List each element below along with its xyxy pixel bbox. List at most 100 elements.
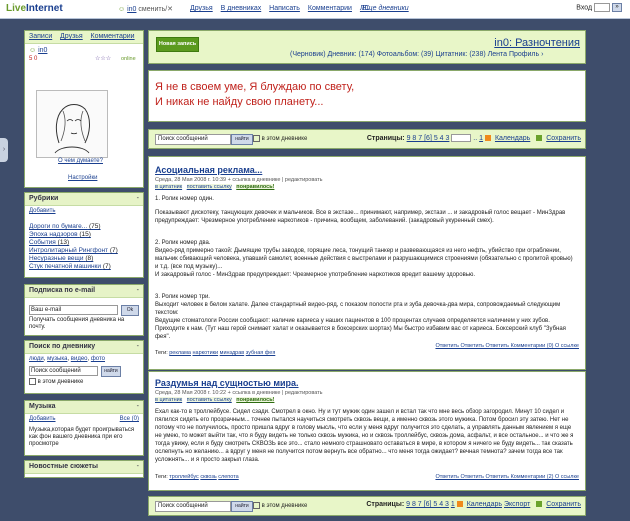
- like-link[interactable]: понравилось!: [236, 397, 275, 403]
- tag-link[interactable]: троллейбус: [169, 474, 199, 480]
- like-link[interactable]: понравилось!: [236, 184, 275, 190]
- list-item[interactable]: Дороги по бумаге... (75): [29, 223, 118, 231]
- post-tags: Теги: троллейбус сквозь слепота: [155, 474, 239, 480]
- page-first[interactable]: 1: [451, 501, 455, 508]
- post-actions[interactable]: Ответить Ответить Ответить Комментарии (…: [435, 343, 579, 349]
- post-title[interactable]: Асоциальная реклама...: [155, 165, 262, 175]
- liveinternet-logo[interactable]: LiveInternet: [6, 3, 63, 14]
- nav-in-diaries[interactable]: В дневниках: [221, 5, 262, 12]
- tag-link[interactable]: реклама: [169, 350, 191, 356]
- list-item[interactable]: События (13): [29, 239, 118, 247]
- diary-search-check-row: в этом дневнике: [29, 378, 83, 385]
- top-username[interactable]: in0: [127, 6, 136, 13]
- rubrics-list: Дороги по бумаге... (75) Эпоха надзоров …: [29, 223, 118, 271]
- collapse-icon[interactable]: -: [137, 401, 139, 413]
- page-first[interactable]: 1: [479, 135, 483, 142]
- diary-search-input[interactable]: Поиск сообщений: [29, 366, 98, 376]
- rubric-name[interactable]: События: [29, 239, 56, 246]
- user-icon: ☺: [118, 6, 126, 13]
- search-checkbox[interactable]: [253, 135, 260, 142]
- search-tab-video[interactable]: видео: [71, 356, 88, 362]
- post-meta: Среда, 28 Мая 2008 г. 10:22 + ссылка в д…: [155, 390, 323, 396]
- blog-stats-links[interactable]: (Черновик) Дневник: (174) Фотоальбом: (3…: [290, 51, 543, 58]
- search-input[interactable]: Поиск сообщений: [155, 134, 231, 145]
- profile-link-posts[interactable]: Записи: [29, 33, 52, 40]
- rubric-name[interactable]: Дороги по бумаге...: [29, 223, 87, 230]
- search-button[interactable]: найти: [231, 134, 253, 145]
- more-diaries-link[interactable]: Еще дневники: [362, 5, 409, 12]
- rubric-name[interactable]: Стук печатной машинки: [29, 263, 101, 270]
- tag-link[interactable]: сквозь: [200, 474, 216, 480]
- link-post-link[interactable]: поставить ссылку: [186, 184, 232, 190]
- save-link[interactable]: Сохранить: [546, 501, 581, 508]
- music-panel: Музыка - Добавить Все (0) Музыка,которая …: [24, 400, 144, 456]
- profile-link-friends[interactable]: Друзья: [60, 33, 83, 40]
- save-link[interactable]: Сохранить: [546, 135, 581, 142]
- music-all-link[interactable]: Все (0): [120, 416, 139, 422]
- rubric-name[interactable]: Эпоха надзоров: [29, 231, 78, 238]
- page-jump-input[interactable]: [451, 134, 472, 142]
- search-diary-title: Поиск по дневнику: [29, 343, 96, 350]
- search-tab-music[interactable]: музыка: [47, 356, 67, 362]
- link-post-link[interactable]: поставить ссылку: [186, 397, 232, 403]
- profile-link-comments[interactable]: Комментарии: [91, 33, 135, 40]
- search-tab-people[interactable]: люди: [29, 356, 44, 362]
- collapse-icon[interactable]: -: [137, 193, 139, 205]
- quote-link[interactable]: в цитатник: [155, 397, 183, 403]
- tag-link[interactable]: зубная фея: [246, 350, 276, 356]
- list-item[interactable]: Эпоха надзоров (15): [29, 231, 118, 239]
- tag-link[interactable]: минздрав: [220, 350, 245, 356]
- avatar[interactable]: [36, 90, 108, 158]
- tags-label: Теги:: [155, 350, 168, 356]
- search-input[interactable]: Поиск сообщений: [155, 501, 231, 512]
- list-item[interactable]: Интролитарный Рингфонт (7): [29, 247, 118, 255]
- rss-icon[interactable]: [456, 501, 463, 508]
- subscribe-ok-button[interactable]: Ok: [121, 305, 139, 316]
- post-paragraph: Ехал как-то в троллейбусе. Сидел сзади. …: [155, 409, 574, 463]
- calendar-link[interactable]: Календарь: [467, 501, 502, 508]
- collapse-icon[interactable]: -: [137, 341, 139, 353]
- page-title[interactable]: in0: Разночтения: [494, 37, 580, 49]
- rubrics-add-link[interactable]: Добавить: [29, 208, 56, 214]
- top-user-links[interactable]: сменить/✕: [138, 6, 173, 13]
- pagination: Страницы: 9 8 7 [6] 5 4 3 1 Календарь Эк…: [366, 501, 581, 508]
- top-search-input[interactable]: [594, 3, 611, 12]
- nav-friends[interactable]: Друзья: [190, 5, 213, 12]
- list-item[interactable]: Стук печатной машинки (7): [29, 263, 118, 271]
- rss-icon[interactable]: [485, 135, 491, 141]
- top-bar: LiveInternet ☺ in0 сменить/✕ Друзья В дн…: [0, 0, 630, 19]
- new-post-button[interactable]: Новая запись: [156, 37, 199, 52]
- tag-link[interactable]: наркотики: [192, 350, 218, 356]
- search-tab-photo[interactable]: фото: [91, 356, 105, 362]
- profile-username[interactable]: in0: [38, 47, 47, 54]
- page-links[interactable]: 9 8 7 [6] 5 4 3: [406, 501, 449, 508]
- search-diary-panel: Поиск по дневнику - люди, музыка, видео, …: [24, 340, 144, 394]
- diary-search-checkbox[interactable]: [29, 378, 36, 385]
- post-title[interactable]: Раздумья над сущностью мира.: [155, 378, 299, 388]
- page-links[interactable]: 9 8 7 [6] 5 4 3: [407, 135, 450, 142]
- profile-counts: 5 0: [29, 56, 38, 62]
- list-item[interactable]: Несуразные вещи (8): [29, 255, 118, 263]
- music-add-link[interactable]: Добавить: [29, 416, 56, 422]
- diary-search-button[interactable]: найти: [101, 366, 121, 377]
- collapse-icon[interactable]: -: [137, 461, 139, 473]
- rubric-name[interactable]: Интролитарный Рингфонт: [29, 247, 108, 254]
- sidebar-toggle-tab[interactable]: ›: [0, 138, 8, 162]
- search-button[interactable]: найти: [231, 501, 253, 512]
- search-checkbox[interactable]: [253, 502, 260, 509]
- calendar-link[interactable]: Календарь: [495, 135, 530, 142]
- nav-write[interactable]: Написать: [269, 5, 300, 12]
- email-field[interactable]: Ваш e-mail: [29, 305, 118, 315]
- post-paragraph: Выходит человек в белом халате. Далее ст…: [155, 302, 561, 316]
- tag-link[interactable]: слепота: [218, 474, 238, 480]
- top-search-button[interactable]: »: [612, 3, 622, 12]
- post-actions[interactable]: Ответить Ответить Ответить Комментарии (…: [435, 474, 579, 480]
- mood-question-link[interactable]: О чем думаете?: [58, 158, 103, 164]
- collapse-icon[interactable]: -: [137, 285, 139, 297]
- quote-link[interactable]: в цитатник: [155, 184, 183, 190]
- export-link[interactable]: Экспорт: [504, 501, 530, 508]
- rubric-name[interactable]: Несуразные вещи: [29, 255, 84, 262]
- nav-comments[interactable]: Комментарии: [308, 5, 352, 12]
- settings-link[interactable]: Настройки: [68, 175, 97, 181]
- user-icon: ☺: [29, 47, 37, 54]
